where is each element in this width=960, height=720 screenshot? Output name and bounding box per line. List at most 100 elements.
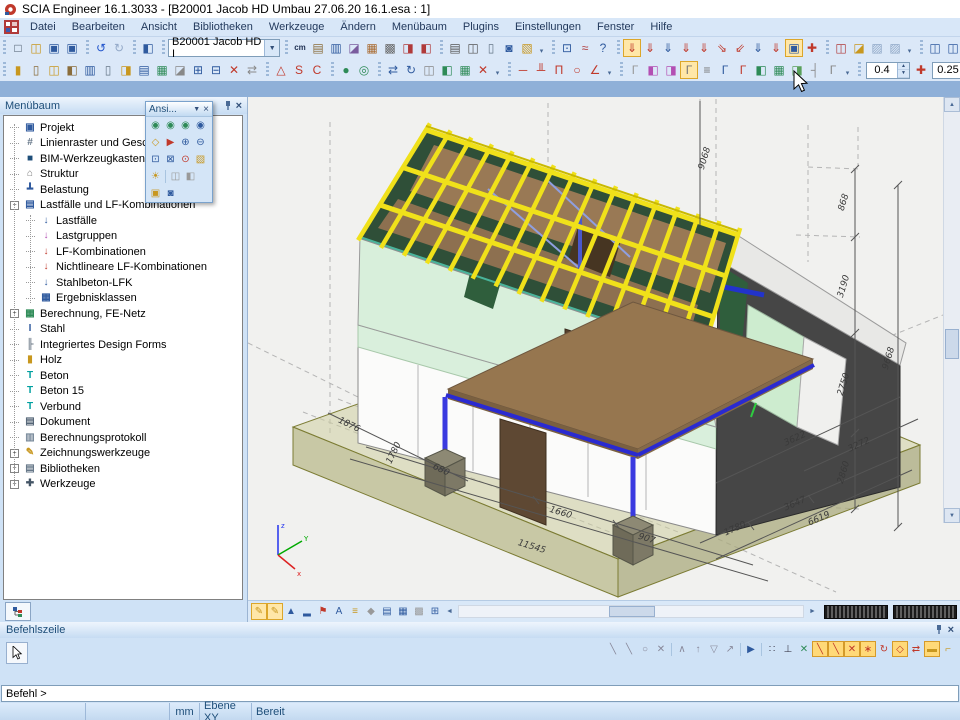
snap-line2-icon[interactable]: ╲ xyxy=(621,641,637,657)
grid-dots-icon[interactable]: ∷ xyxy=(764,641,780,657)
units-cm-icon[interactable]: cm xyxy=(291,39,309,57)
plate-icon[interactable]: ◫ xyxy=(45,61,63,79)
toolbar-overflow-icon[interactable]: ▾ xyxy=(536,39,547,57)
subsoil-icon[interactable]: ▦ xyxy=(770,61,788,79)
support-surface-icon[interactable]: ≡ xyxy=(698,61,716,79)
results-chart-icon[interactable]: ▂ xyxy=(299,603,315,620)
menu-item-fenster[interactable]: Fenster xyxy=(589,19,642,35)
menu-item--ndern[interactable]: Ändern xyxy=(332,19,383,35)
remove-node-icon[interactable]: ⊟ xyxy=(207,61,225,79)
snap-cancel-icon[interactable]: ✕ xyxy=(653,641,669,657)
zoom-in-icon[interactable]: ⊕ xyxy=(178,135,193,150)
load-moving-icon[interactable]: ⇙ xyxy=(731,39,749,57)
arbitrary-member-icon[interactable]: ▦ xyxy=(153,61,171,79)
scroll-right-icon[interactable]: ► xyxy=(806,605,819,618)
wall-icon[interactable]: ◧ xyxy=(63,61,81,79)
snap-green-icon[interactable]: ✕ xyxy=(796,641,812,657)
sidebar-close-icon[interactable]: × xyxy=(236,100,242,112)
open-project-icon[interactable]: ◫ xyxy=(27,39,45,57)
select-figure-icon[interactable]: ▲ xyxy=(283,603,299,620)
snap-tab-icon[interactable]: ⌐ xyxy=(940,641,956,657)
column-icon[interactable]: ▯ xyxy=(27,61,45,79)
haunch-icon[interactable]: ◨ xyxy=(117,61,135,79)
snap-arrow-icon[interactable]: ↑ xyxy=(690,641,706,657)
tree-item-stahlbeton-lfk[interactable]: ↓Stahlbeton-LFK xyxy=(4,275,242,291)
rigid-arm-icon[interactable]: Γ xyxy=(824,61,842,79)
tree-item-ergebnisklassen[interactable]: ▦Ergebnisklassen xyxy=(4,291,242,307)
menu-item-bearbeiten[interactable]: Bearbeiten xyxy=(64,19,133,35)
tree-item-stahl[interactable]: IStahl xyxy=(4,322,242,338)
layers2-icon[interactable]: ≡ xyxy=(347,603,363,620)
pin-icon[interactable] xyxy=(224,101,232,111)
color-settings-icon[interactable]: ▣ xyxy=(148,186,163,201)
view-palette-titlebar[interactable]: Ansi... ▼ × xyxy=(146,102,212,117)
snap-line-icon[interactable]: ╲ xyxy=(605,641,621,657)
palette-close-icon[interactable]: × xyxy=(203,104,209,115)
view-axo-icon[interactable]: ◉ xyxy=(193,118,208,133)
view-front-icon[interactable]: ◉ xyxy=(163,118,178,133)
toolbar-overflow-icon[interactable]: ▾ xyxy=(842,61,853,79)
tension-only-icon[interactable]: ◨ xyxy=(788,61,806,79)
load-group-icon[interactable]: ⇓ xyxy=(659,39,677,57)
vertical-scroll-thumb[interactable] xyxy=(945,329,959,359)
opening-icon[interactable]: ▯ xyxy=(99,61,117,79)
gallery-icon[interactable]: ◨ xyxy=(399,39,417,57)
load-panel-icon[interactable]: ▣ xyxy=(785,39,803,57)
zoom-all-icon[interactable]: ⊠ xyxy=(163,152,178,167)
hinge-both-icon[interactable]: ◧ xyxy=(752,61,770,79)
gap-element-icon[interactable]: ┤ xyxy=(806,61,824,79)
report-icon[interactable]: ▧ xyxy=(518,39,536,57)
horizontal-scroll-thumb[interactable] xyxy=(609,606,655,617)
filter-icon[interactable]: ▨ xyxy=(868,39,886,57)
tree-item-werkzeuge[interactable]: +✚Werkzeuge xyxy=(4,477,242,493)
palette-dropdown-icon[interactable]: ▼ xyxy=(193,106,200,113)
viewport-3d[interactable]: 868 3190 2750 2860 9668 9068 1876 1780 6… xyxy=(248,97,960,622)
target-icon[interactable]: ✚ xyxy=(803,39,821,57)
menu-item-plugins[interactable]: Plugins xyxy=(455,19,507,35)
section-icon[interactable]: ▩ xyxy=(411,603,427,620)
table-icon[interactable]: ▦ xyxy=(395,603,411,620)
snap-swap-icon[interactable]: ⇄ xyxy=(908,641,924,657)
toolbar-overflow-icon[interactable]: ▾ xyxy=(604,61,615,79)
tree-item-lastgruppen[interactable]: ↓Lastgruppen xyxy=(4,229,242,245)
dim-line-icon[interactable]: ─ xyxy=(514,61,532,79)
tree-item-lf-kombinationen[interactable]: ↓LF-Kombinationen xyxy=(4,244,242,260)
scroll-down-icon[interactable]: ▼ xyxy=(944,508,960,523)
load-combination-icon[interactable]: ⇓ xyxy=(677,39,695,57)
combo-dropdown-icon[interactable]: ▼ xyxy=(264,40,279,56)
snap-intersection-icon[interactable]: ✕ xyxy=(844,641,860,657)
point-icon[interactable]: ◎ xyxy=(355,61,373,79)
toolbar-overflow-icon[interactable]: ▾ xyxy=(492,61,503,79)
load-panel2-icon[interactable]: ◪ xyxy=(171,61,189,79)
print-view2-icon[interactable]: ◧ xyxy=(183,169,198,184)
animation-bar-1[interactable] xyxy=(824,605,888,619)
move-icon[interactable]: ⇄ xyxy=(384,61,402,79)
toolbar-overflow-icon[interactable]: ▾ xyxy=(904,39,915,57)
help-icon[interactable]: ? xyxy=(594,39,612,57)
combination-result-icon[interactable]: ◪ xyxy=(850,39,868,57)
horizontal-scrollbar[interactable] xyxy=(458,605,804,618)
tree-item-bibliotheken[interactable]: +▤Bibliotheken xyxy=(4,461,242,477)
menu-item-hilfe[interactable]: Hilfe xyxy=(642,19,680,35)
tree-item-berechnung-fe-netz[interactable]: +▦Berechnung, FE-Netz xyxy=(4,306,242,322)
project-window-icon[interactable]: ◧ xyxy=(139,39,157,57)
zoom-detail-icon[interactable]: ⊡ xyxy=(558,39,576,57)
load-nonlinear-icon[interactable]: ⇓ xyxy=(695,39,713,57)
dim-perpendicular-icon[interactable]: ╨ xyxy=(532,61,550,79)
load-prestress-icon[interactable]: ⇓ xyxy=(767,39,785,57)
snap-triangle-icon[interactable]: ▽ xyxy=(706,641,722,657)
select-cursor-button[interactable] xyxy=(6,642,28,664)
snap-node-icon[interactable]: ∗ xyxy=(860,641,876,657)
new-document-icon[interactable]: □ xyxy=(9,39,27,57)
window-horizontal-icon[interactable]: ◫ xyxy=(944,39,960,57)
tree-item-lastfälle[interactable]: ↓Lastfälle xyxy=(4,213,242,229)
scroll-up-icon[interactable]: ▲ xyxy=(944,97,960,112)
view-side-icon[interactable]: ◉ xyxy=(178,118,193,133)
support-hinged-icon[interactable]: ◧ xyxy=(644,61,662,79)
layers-icon[interactable]: ▤ xyxy=(309,39,327,57)
dim-circle-icon[interactable]: ○ xyxy=(568,61,586,79)
cross-beam-icon[interactable]: ▤ xyxy=(135,61,153,79)
step-spinner[interactable]: 0.25▲▼ xyxy=(932,62,960,79)
snap-circle-icon[interactable]: ○ xyxy=(637,641,653,657)
zoom-window-icon[interactable]: ⊡ xyxy=(148,152,163,167)
